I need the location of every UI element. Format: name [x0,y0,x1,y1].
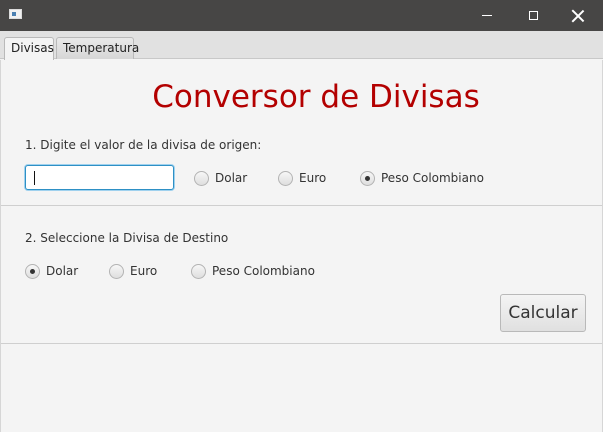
close-icon [572,10,584,22]
minimize-icon [482,15,492,16]
origin-radio-dolar[interactable]: Dolar [194,168,247,188]
section-divider [1,205,602,206]
maximize-icon [528,11,538,20]
app-icon [9,9,22,19]
minimize-button[interactable] [464,0,510,31]
radio-button-selected[interactable] [360,170,375,186]
calculate-button[interactable]: Calcular [500,294,586,332]
radio-button-selected[interactable] [25,263,40,279]
origin-radio-euro[interactable]: Euro [278,168,326,188]
destination-radio-dolar[interactable]: Dolar [25,261,78,281]
section-divider [1,343,602,344]
radio-button[interactable] [109,263,124,279]
radio-label: Peso Colombiano [212,264,315,278]
tab-bar: Divisas Temperatura [0,31,603,60]
text-caret [34,171,35,185]
page-title: Conversor de Divisas [152,79,480,115]
origin-radio-peso-colombiano[interactable]: Peso Colombiano [360,168,484,188]
amount-input[interactable] [25,165,174,190]
radio-button[interactable] [191,263,206,279]
radio-label: Euro [299,171,327,185]
destination-radio-peso-colombiano[interactable]: Peso Colombiano [191,261,315,281]
title-bar[interactable] [0,0,603,31]
radio-label: Euro [130,264,158,278]
close-button[interactable] [555,0,601,31]
tab-temperatura[interactable]: Temperatura [56,37,139,59]
destination-radio-euro[interactable]: Euro [109,261,157,281]
destination-prompt-label: 2. Seleccione la Divisa de Destino [25,231,229,245]
radio-button[interactable] [194,170,209,186]
tab-divisas[interactable]: Divisas [4,37,54,60]
origin-prompt-label: 1. Digite el valor de la divisa de orige… [25,138,262,152]
radio-label: Dolar [46,264,79,278]
radio-button[interactable] [278,170,293,186]
radio-label: Peso Colombiano [381,171,484,185]
radio-label: Dolar [215,171,248,185]
maximize-button[interactable] [510,0,556,31]
